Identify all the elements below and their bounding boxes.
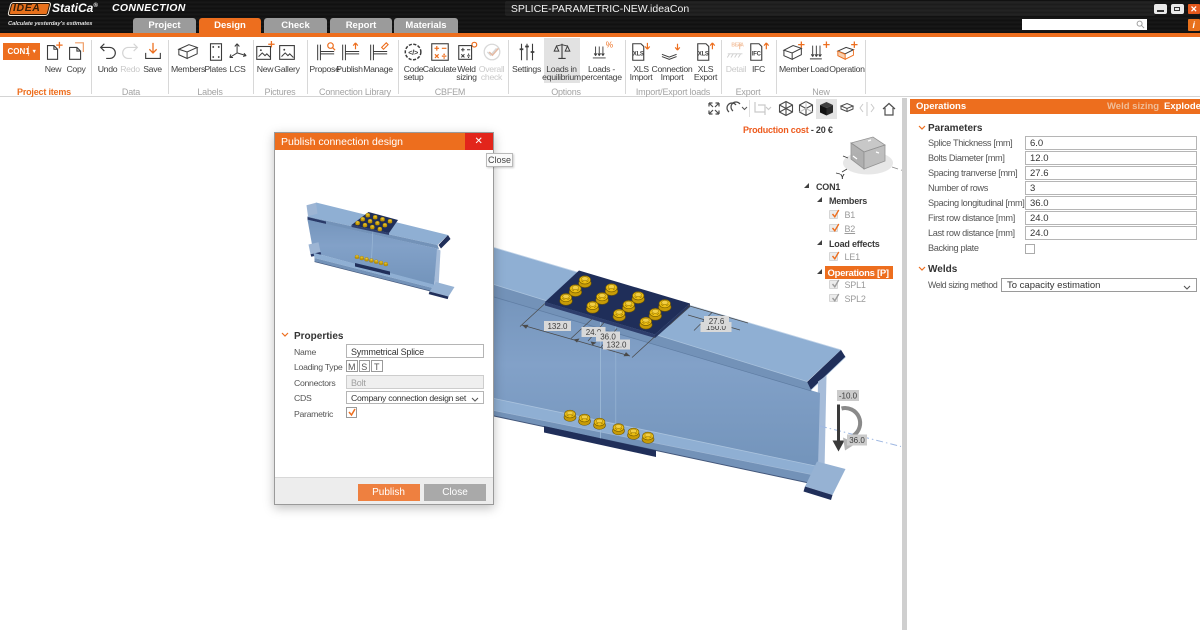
svg-text:27.6: 27.6 <box>709 316 725 325</box>
svg-text:132.0: 132.0 <box>606 340 627 349</box>
svg-text:Y: Y <box>840 174 845 181</box>
svg-text:IFC: IFC <box>751 52 761 58</box>
svg-text:XLS: XLS <box>697 52 708 58</box>
svg-text:XLS: XLS <box>633 52 644 58</box>
svg-text:132.0: 132.0 <box>547 321 568 330</box>
svg-text:36.0: 36.0 <box>849 436 865 445</box>
svg-text:-10.0: -10.0 <box>839 391 858 400</box>
svg-text:%: % <box>605 41 613 49</box>
